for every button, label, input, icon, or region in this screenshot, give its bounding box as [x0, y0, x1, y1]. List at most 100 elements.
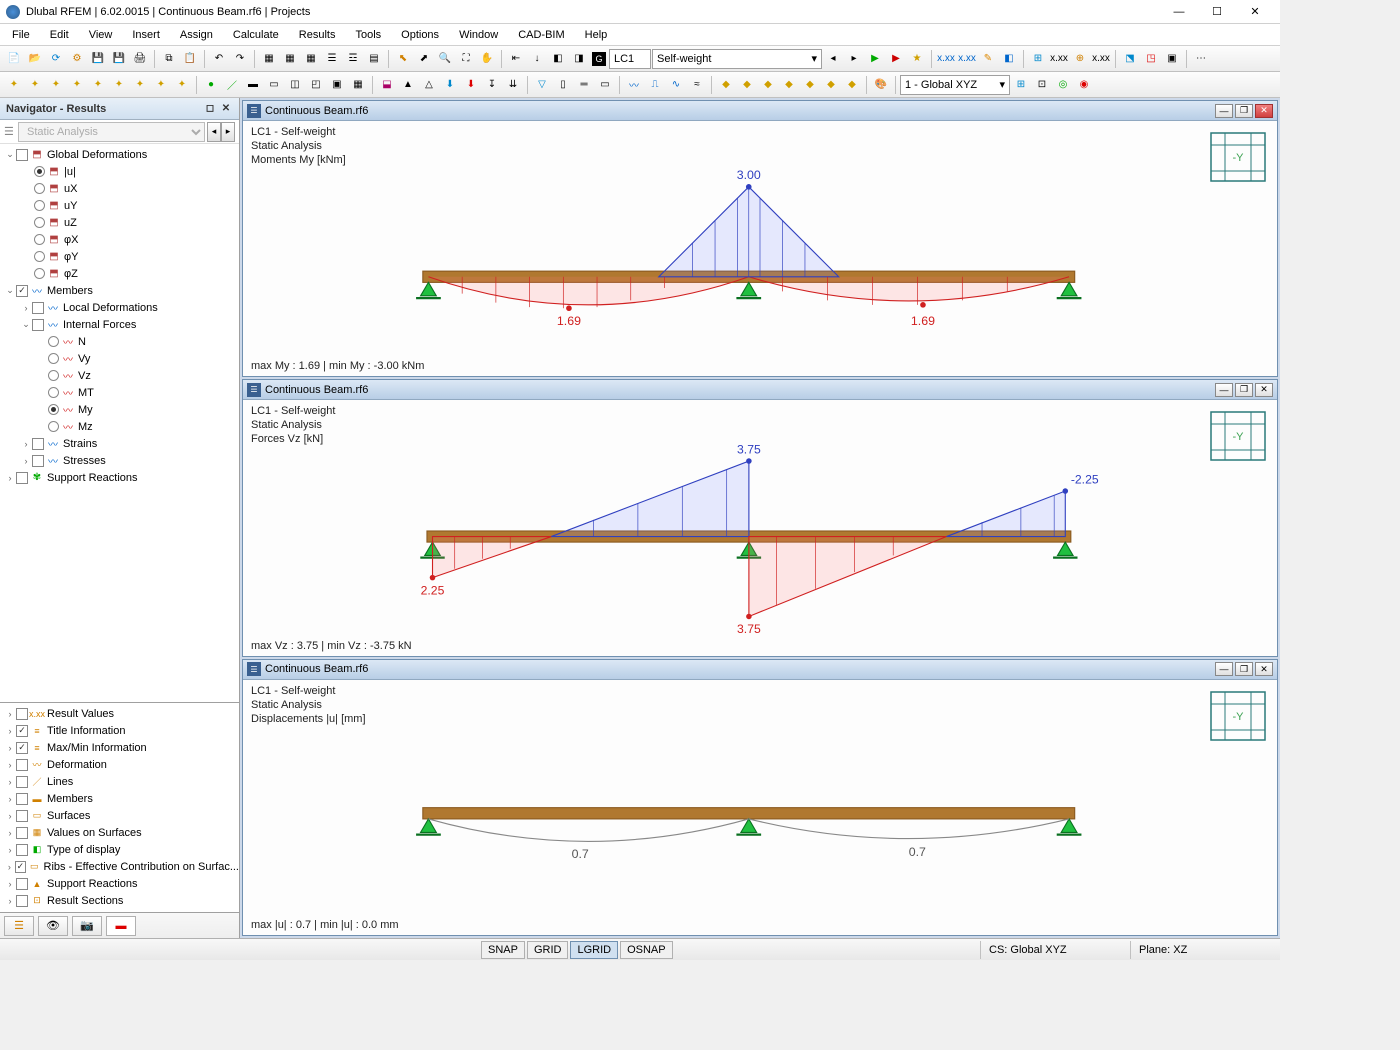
t2-2[interactable]: ✦ — [25, 75, 45, 95]
redo-icon[interactable]: ↷ — [230, 49, 250, 69]
menu-calculate[interactable]: Calculate — [223, 27, 289, 43]
t2-3[interactable]: ✦ — [46, 75, 66, 95]
dim-icon[interactable]: x.xx — [936, 49, 956, 69]
save-all-icon[interactable]: 💾 — [109, 49, 129, 69]
view-min-button[interactable]: — — [1215, 662, 1233, 676]
t2-10[interactable]: ◫ — [285, 75, 305, 95]
view-down-icon[interactable]: ↓ — [527, 49, 547, 69]
tab-results-icon[interactable]: ▬ — [106, 916, 136, 936]
tab-data-icon[interactable]: ☰ — [4, 916, 34, 936]
node-local-deformations[interactable]: ›〰Local Deformations — [0, 299, 239, 316]
menu-window[interactable]: Window — [449, 27, 508, 43]
copy-icon[interactable]: ⧉ — [159, 49, 179, 69]
t2-c7[interactable]: ◆ — [842, 75, 862, 95]
diag3-icon[interactable]: ≈ — [687, 75, 707, 95]
menu-options[interactable]: Options — [391, 27, 449, 43]
nav-pin-icon[interactable]: ◻ — [203, 102, 217, 116]
t2-line-icon[interactable]: ／ — [222, 75, 242, 95]
lgrid-toggle[interactable]: LGRID — [570, 941, 618, 959]
node-gd-|u|[interactable]: ⬒|u| — [0, 163, 239, 180]
node-internal-forces[interactable]: ⌄〰Internal Forces — [0, 316, 239, 333]
t2-member-icon[interactable]: ▬ — [243, 75, 263, 95]
menu-view[interactable]: View — [79, 27, 123, 43]
close-button[interactable]: ✕ — [1236, 1, 1274, 23]
box-icon[interactable]: ▣ — [1162, 49, 1182, 69]
disp-opt-10[interactable]: ›▲Support Reactions — [0, 875, 239, 892]
prev-lc-icon[interactable]: ◂ — [823, 49, 843, 69]
t2-c1[interactable]: ◆ — [716, 75, 736, 95]
node-gd-φY[interactable]: ⬒φY — [0, 248, 239, 265]
cs-combo[interactable]: 1 - Global XYZ▾ — [900, 75, 1010, 95]
t2-c3[interactable]: ◆ — [758, 75, 778, 95]
view-left-icon[interactable]: ⇤ — [506, 49, 526, 69]
snap-toggle[interactable]: SNAP — [481, 941, 525, 959]
node-gd-uX[interactable]: ⬒uX — [0, 180, 239, 197]
t2-20[interactable]: ▯ — [553, 75, 573, 95]
nav-next-icon[interactable]: ▸ — [221, 122, 235, 142]
table2-icon[interactable]: ▦ — [280, 49, 300, 69]
t2-12[interactable]: ▣ — [327, 75, 347, 95]
view-max-button[interactable]: ❐ — [1235, 383, 1253, 397]
view-close-button[interactable]: ✕ — [1255, 104, 1273, 118]
disp-opt-11[interactable]: ›⊡Result Sections — [0, 892, 239, 909]
t2-c6[interactable]: ◆ — [821, 75, 841, 95]
t2-node-icon[interactable]: ● — [201, 75, 221, 95]
node-if-Vy[interactable]: 〰Vy — [0, 350, 239, 367]
lc-name-combo[interactable]: Self-weight▾ — [652, 49, 822, 69]
diag-shear-icon[interactable]: ⎍ — [645, 75, 665, 95]
node-if-N[interactable]: 〰N — [0, 333, 239, 350]
view-min-button[interactable]: — — [1215, 383, 1233, 397]
t2-15[interactable]: △ — [419, 75, 439, 95]
menu-tools[interactable]: Tools — [345, 27, 391, 43]
report2-icon[interactable]: ☲ — [343, 49, 363, 69]
paste-icon[interactable]: 📋 — [180, 49, 200, 69]
display-options-tree[interactable]: ›x.xxResult Values›≡Title Information›≡M… — [0, 702, 239, 912]
t2-19[interactable]: ⇊ — [503, 75, 523, 95]
refresh-icon[interactable]: ⟳ — [46, 49, 66, 69]
new-icon[interactable]: 📄 — [4, 49, 24, 69]
annot-icon[interactable]: ⊕ — [1070, 49, 1090, 69]
menu-insert[interactable]: Insert — [122, 27, 170, 43]
node-stresses[interactable]: ›〰Stresses — [0, 452, 239, 469]
select2-icon[interactable]: ⬈ — [414, 49, 434, 69]
pencil-icon[interactable]: ✎ — [978, 49, 998, 69]
node-if-Mz[interactable]: 〰Mz — [0, 418, 239, 435]
diag2-icon[interactable]: ∿ — [666, 75, 686, 95]
tab-camera-icon[interactable]: 📷 — [72, 916, 102, 936]
node-global-deformations[interactable]: ⌄⬒Global Deformations — [0, 146, 239, 163]
view-close-button[interactable]: ✕ — [1255, 662, 1273, 676]
t2-1[interactable]: ✦ — [4, 75, 24, 95]
node-gd-uZ[interactable]: ⬒uZ — [0, 214, 239, 231]
next-lc-icon[interactable]: ▸ — [844, 49, 864, 69]
calc-icon[interactable]: ▶ — [865, 49, 885, 69]
open-icon[interactable]: 📂 — [25, 49, 45, 69]
results-tree[interactable]: ⌄⬒Global Deformations ⬒|u|⬒uX⬒uY⬒uZ⬒φX⬒φ… — [0, 144, 239, 702]
t2-21[interactable]: ═ — [574, 75, 594, 95]
view-close-button[interactable]: ✕ — [1255, 383, 1273, 397]
cs-widget[interactable]: -Y — [1209, 690, 1267, 742]
cs-widget[interactable]: -Y — [1209, 410, 1267, 462]
view-min-button[interactable]: — — [1215, 104, 1233, 118]
cs-b4[interactable]: ◉ — [1074, 75, 1094, 95]
node-members[interactable]: ⌄〰Members — [0, 282, 239, 299]
view-max-button[interactable]: ❐ — [1235, 104, 1253, 118]
t2-sec-icon[interactable]: ⬓ — [377, 75, 397, 95]
node-if-MT[interactable]: 〰MT — [0, 384, 239, 401]
t2-7[interactable]: ✦ — [130, 75, 150, 95]
canvas-displacement[interactable]: LC1 - Self-weightStatic AnalysisDisplace… — [243, 680, 1277, 935]
t2-c2[interactable]: ◆ — [737, 75, 757, 95]
save-icon[interactable]: 💾 — [88, 49, 108, 69]
t2-18[interactable]: ↧ — [482, 75, 502, 95]
t2-c4[interactable]: ◆ — [779, 75, 799, 95]
zoom-fit-icon[interactable]: ⛶ — [456, 49, 476, 69]
nav-close-icon[interactable]: ✕ — [219, 102, 233, 116]
zoom-icon[interactable]: 🔍 — [435, 49, 455, 69]
calc2-icon[interactable]: ▶ — [886, 49, 906, 69]
t2-16[interactable]: ⬇ — [440, 75, 460, 95]
disp-opt-1[interactable]: ›≡Title Information — [0, 722, 239, 739]
select-icon[interactable]: ⬉ — [393, 49, 413, 69]
disp-opt-6[interactable]: ›▭Surfaces — [0, 807, 239, 824]
disp-opt-5[interactable]: ›▬Members — [0, 790, 239, 807]
lc-number-combo[interactable]: LC1 — [609, 49, 651, 69]
annot2-icon[interactable]: x.xx — [1091, 49, 1111, 69]
